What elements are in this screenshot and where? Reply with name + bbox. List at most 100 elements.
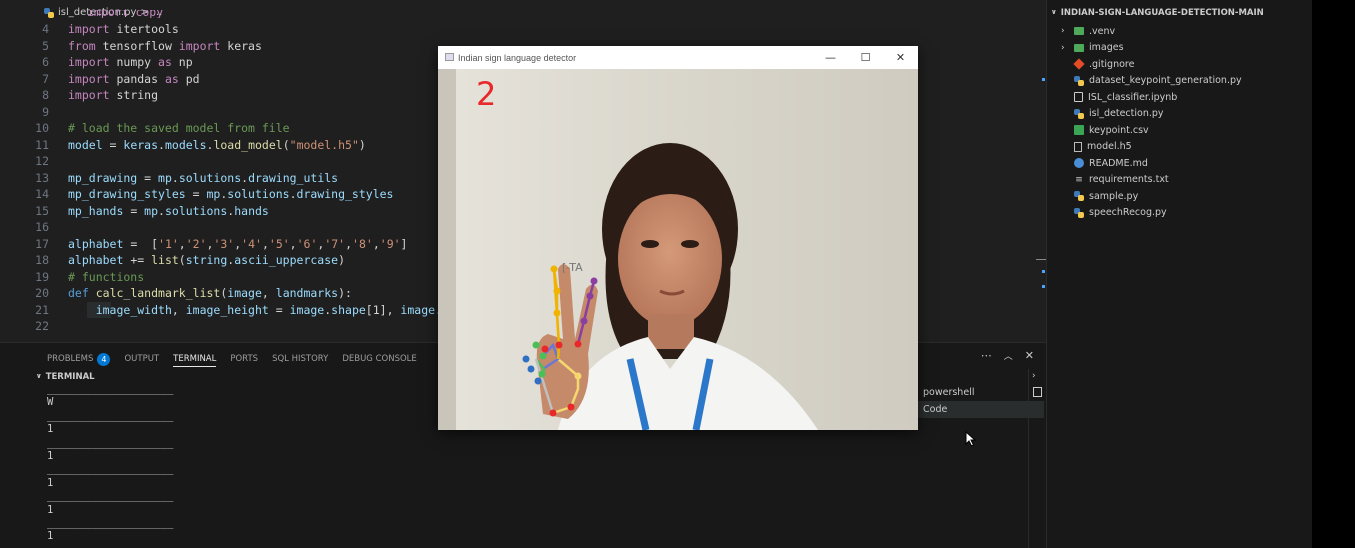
code-line[interactable]: 22 — [0, 318, 456, 335]
code-line[interactable]: 5 from tensorflow import keras — [0, 38, 456, 55]
tab-output[interactable]: OUTPUT — [124, 351, 159, 367]
code-token: = — [185, 187, 207, 201]
info-icon — [1074, 158, 1084, 169]
code-line[interactable]: 8 import string — [0, 87, 456, 104]
code-line[interactable]: 7 import pandas as pd — [0, 71, 456, 88]
tab-ports[interactable]: PORTS — [230, 351, 258, 367]
terminal-label: TERMINAL — [45, 372, 95, 382]
code-token: drawing_styles — [296, 187, 394, 201]
maximize-panel-icon[interactable]: ︿ — [1004, 349, 1013, 362]
terminal-instance[interactable]: powershell — [912, 384, 1044, 401]
code-token: as — [158, 55, 172, 69]
line-number: 15 — [35, 203, 49, 218]
close-panel-icon[interactable]: ✕ — [1025, 349, 1034, 362]
code-token: , — [345, 236, 353, 251]
code-line[interactable]: 19 # functions — [0, 269, 456, 286]
terminal-line: ____________________ — [47, 409, 174, 422]
tree-item-label: isl_detection.py — [1089, 108, 1164, 120]
terminal-line: ____________________ — [47, 463, 174, 476]
code-line[interactable]: 15 mp_hands = mp.solutions.hands — [0, 203, 456, 220]
code-token: mp — [158, 170, 172, 185]
tab-sql-history[interactable]: SQL HISTORY — [272, 351, 328, 367]
python-file-icon — [1074, 191, 1084, 202]
code-line[interactable]: 21 image_width, image_height = image.sha… — [0, 301, 456, 319]
camera-image: [-TA — [438, 69, 918, 430]
code-line[interactable]: 14 mp_drawing_styles = mp.solutions.drawi… — [0, 186, 456, 203]
code-line[interactable]: 4 import itertools — [0, 21, 456, 38]
tree-item[interactable]: › images — [1061, 40, 1242, 57]
tree-item[interactable]: sample.py — [1061, 188, 1242, 205]
code-token: string — [185, 253, 228, 267]
close-button[interactable]: ✕ — [883, 46, 918, 69]
file-tree: › .venv › images .gitignore dataset_keypoint_… — [1061, 23, 1242, 221]
line-number: 22 — [35, 319, 49, 333]
images-folder-icon — [1074, 43, 1084, 52]
tab-problems[interactable]: PROBLEMS 4 — [47, 351, 111, 367]
code-line[interactable]: 12 — [0, 153, 456, 170]
code-token: string — [109, 88, 159, 102]
code-line[interactable]: 9 — [0, 104, 456, 121]
tree-item-label: sample.py — [1089, 190, 1139, 202]
code-token: ] — [400, 236, 408, 251]
code-line[interactable]: 16 — [0, 219, 456, 236]
tab-label: DEBUG CONSOLE — [342, 354, 417, 364]
code-line[interactable]: 10 # load the saved model from file — [0, 120, 456, 137]
more-actions-icon[interactable]: ⋯ — [981, 349, 992, 362]
tab-terminal[interactable]: TERMINAL — [173, 351, 217, 367]
problems-count-badge: 4 — [97, 352, 111, 366]
copy-icon[interactable] — [1033, 387, 1042, 397]
code-line[interactable]: 6 import numpy as np — [0, 54, 456, 71]
line-number: 4 — [42, 22, 49, 36]
tree-item[interactable]: .gitignore — [1061, 56, 1242, 73]
code-token: mp_hands — [68, 203, 124, 218]
screen-edge — [1312, 0, 1355, 548]
minimize-button[interactable]: — — [813, 46, 848, 69]
code-token: , — [178, 236, 186, 251]
code-token: itertools — [109, 22, 179, 36]
tree-item[interactable]: isl_detection.py — [1061, 106, 1242, 123]
opencv-window[interactable]: Indian sign language detector — ☐ ✕ [-TA… — [438, 46, 918, 430]
tree-item[interactable]: dataset_keypoint_generation.py — [1061, 73, 1242, 90]
terminal-instance[interactable]: Code — [912, 401, 1044, 418]
code-line[interactable]: 18 alphabet += list(string.ascii_uppercas… — [0, 252, 456, 269]
code-token: def — [68, 286, 89, 300]
tree-item-label: keypoint.csv — [1089, 124, 1149, 136]
code-token: '5' — [268, 236, 290, 251]
code-token: import — [68, 71, 110, 86]
code-token: # functions — [68, 269, 145, 284]
maximize-button[interactable]: ☐ — [848, 46, 883, 69]
tree-item[interactable]: speechRecog.py — [1061, 205, 1242, 222]
line-number: 19 — [35, 269, 49, 284]
tree-item[interactable]: model.h5 — [1061, 139, 1242, 156]
code-token: '2' — [185, 236, 207, 251]
code-line[interactable]: 17 alphabet = ['1','2','3','4','5','6','7… — [0, 236, 456, 253]
terminal-section-header[interactable]: ∨ TERMINAL — [36, 372, 95, 382]
tree-item[interactable]: ISL_classifier.ipynb — [1061, 89, 1242, 106]
code-token: , — [171, 302, 186, 317]
line-number: 6 — [42, 55, 49, 69]
line-number: 12 — [35, 154, 49, 168]
code-token: ( — [178, 253, 186, 267]
tree-item[interactable]: › .venv — [1061, 23, 1242, 40]
code-line[interactable]: 20 def calc_landmark_list(image, landmark… — [0, 285, 456, 302]
code-line[interactable]: 11 model = keras.models.load_model("model… — [0, 137, 456, 154]
window-titlebar[interactable]: Indian sign language detector — ☐ ✕ — [438, 46, 918, 69]
chevron-right-icon[interactable]: › — [1032, 371, 1036, 381]
code-lines[interactable]: 4 import itertools 5 from tensorflow import… — [0, 21, 456, 335]
code-line[interactable]: 13 mp_drawing = mp.solutions.drawing_util… — [0, 170, 456, 187]
code-token: alphabet — [68, 236, 124, 251]
tree-item[interactable]: README.md — [1061, 155, 1242, 172]
tab-debug-console[interactable]: DEBUG CONSOLE — [342, 351, 416, 367]
terminal-output[interactable]: ____________________ W ___________________… — [47, 383, 173, 544]
partial-code-line: import copy — [87, 10, 164, 18]
explorer-title[interactable]: ∨ INDIAN-SIGN-LANGUAGE-DETECTION-MAIN — [1051, 8, 1264, 18]
tree-item[interactable]: keypoint.csv — [1061, 122, 1242, 139]
scroll-marker — [1042, 78, 1045, 81]
code-token: load_model — [213, 137, 283, 152]
tree-item-label: requirements.txt — [1089, 174, 1169, 186]
terminal-instance-label: Code — [923, 404, 948, 415]
code-token: image — [227, 286, 262, 300]
tree-item[interactable]: ≡ requirements.txt — [1061, 172, 1242, 189]
code-token: keras — [220, 38, 262, 53]
